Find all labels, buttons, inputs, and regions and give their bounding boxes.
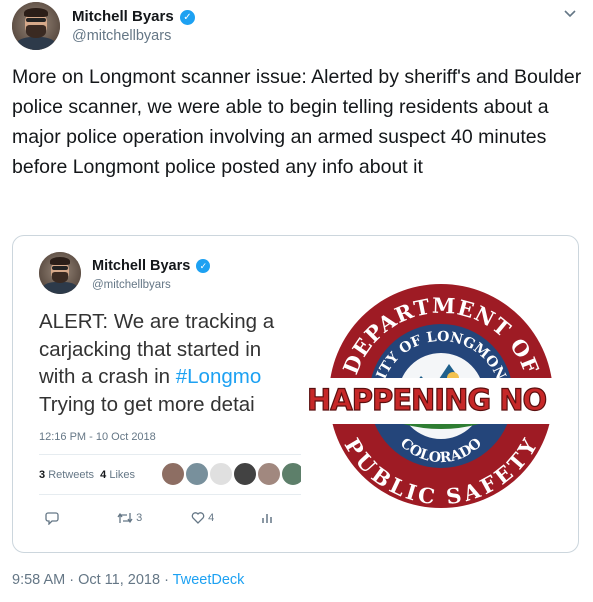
liker-avatar bbox=[257, 462, 281, 486]
heart-icon bbox=[191, 512, 205, 525]
footer-separator: · bbox=[160, 572, 173, 588]
retweet-action: 3 bbox=[117, 508, 142, 528]
attached-image[interactable]: Mitchell Byars ✓ @mitchellbyars ALERT: W… bbox=[12, 235, 579, 553]
embedded-timestamp: 12:16 PM - 10 Oct 2018 bbox=[39, 431, 156, 443]
liker-avatar bbox=[233, 462, 257, 486]
liker-avatar bbox=[161, 462, 185, 486]
author-handle[interactable]: @mitchellbyars bbox=[72, 28, 171, 44]
embedded-tweet-text: ALERT: We are tracking a carjacking that… bbox=[39, 308, 301, 423]
embedded-line-3-text: with a crash in bbox=[39, 365, 176, 388]
retweet-icon bbox=[117, 512, 133, 524]
tweet-timestamp[interactable]: 9:58 AM · Oct 11, 2018 bbox=[12, 572, 160, 588]
likes-count: 4 bbox=[100, 469, 107, 481]
retweet-action-count: 3 bbox=[136, 512, 143, 524]
embedded-author-name: Mitchell Byars ✓ bbox=[92, 258, 211, 274]
chevron-down-icon[interactable] bbox=[563, 6, 577, 20]
embedded-line-3: with a crash in #Longmo bbox=[39, 363, 301, 391]
embedded-line-1: ALERT: We are tracking a bbox=[39, 310, 275, 333]
embedded-line-2: carjacking that started in bbox=[39, 337, 262, 361]
verified-badge-icon: ✓ bbox=[179, 9, 195, 25]
analytics-icon bbox=[262, 514, 272, 524]
embedded-hashtag: #Longmo bbox=[175, 365, 262, 388]
reply-icon bbox=[45, 512, 59, 526]
retweets-label: Retweets bbox=[48, 469, 95, 481]
tweet-footer: 9:58 AM · Oct 11, 2018 · TweetDeck bbox=[12, 572, 244, 588]
tweet-source-link[interactable]: TweetDeck bbox=[173, 572, 245, 588]
happening-now-banner: HAPPENING NO bbox=[306, 382, 547, 417]
embedded-author-avatar bbox=[39, 252, 81, 294]
embedded-author-handle: @mitchellbyars bbox=[92, 279, 171, 291]
liker-avatar bbox=[209, 462, 233, 486]
retweets-count: 3 bbox=[39, 469, 46, 481]
author-name-text[interactable]: Mitchell Byars bbox=[72, 8, 174, 25]
embedded-divider bbox=[39, 494, 301, 495]
liker-avatar bbox=[281, 462, 301, 486]
embedded-action-bar: 3 4 bbox=[39, 508, 301, 528]
likes-label: Likes bbox=[109, 469, 136, 481]
analytics-action bbox=[261, 508, 273, 528]
like-action-count: 4 bbox=[208, 512, 215, 524]
embedded-author-name-text: Mitchell Byars bbox=[92, 258, 191, 274]
reply-action bbox=[45, 508, 59, 528]
like-action: 4 bbox=[191, 508, 214, 528]
verified-badge-icon: ✓ bbox=[196, 259, 211, 274]
tweet-text: More on Longmont scanner issue: Alerted … bbox=[12, 66, 582, 178]
author-avatar[interactable] bbox=[12, 2, 60, 50]
embedded-stats: 3 Retweets 4 Likes bbox=[39, 469, 135, 481]
department-seal-logo: DEPARTMENT OF CITY OF LONGMONT COLORADO … bbox=[303, 266, 578, 526]
liker-avatars bbox=[161, 462, 301, 486]
embedded-divider bbox=[39, 454, 301, 455]
liker-avatar bbox=[185, 462, 209, 486]
embedded-line-4: Trying to get more detai bbox=[39, 392, 255, 416]
author-name[interactable]: Mitchell Byars ✓ bbox=[72, 8, 195, 25]
